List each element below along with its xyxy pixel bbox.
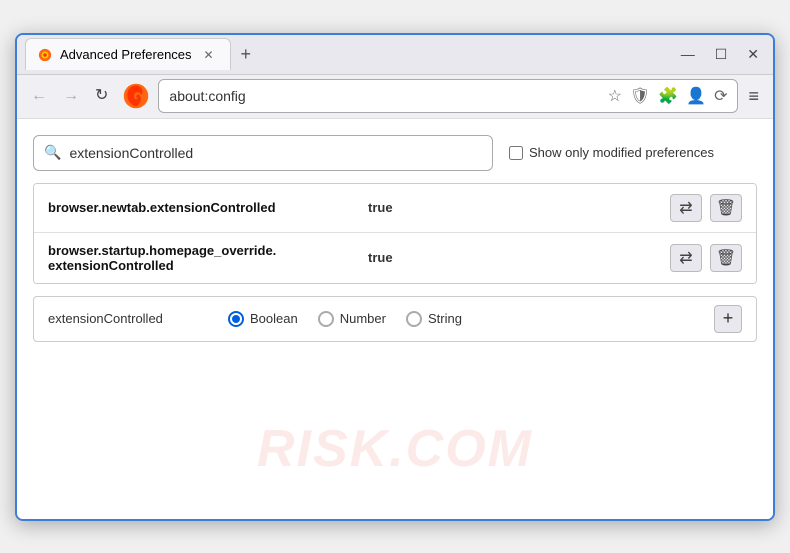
maximize-button[interactable]: ☐ [709,42,734,67]
show-modified-option: Show only modified preferences [509,145,714,160]
address-bar[interactable]: about:config ☆ 🛡 🧩 👤 ⟳ [158,79,738,113]
address-icons: ☆ 🛡 🧩 👤 ⟳ [608,86,728,106]
url-text: about:config [169,88,593,104]
show-modified-checkbox[interactable] [509,146,523,160]
type-radio-group: Boolean Number String [228,311,694,327]
search-input[interactable] [69,145,482,161]
extension-icon[interactable]: 🧩 [658,86,678,106]
active-tab[interactable]: Advanced Preferences ✕ [25,38,231,70]
tab-favicon-icon [38,48,52,62]
title-bar: Advanced Preferences ✕ + — ☐ ✕ [17,35,773,75]
pref-name-2: browser.startup.homepage_override. exten… [48,243,368,273]
add-preference-row: extensionControlled Boolean Number Strin… [33,296,757,342]
new-tab-button[interactable]: + [235,45,258,63]
minimize-button[interactable]: — [675,42,701,66]
table-row[interactable]: browser.newtab.extensionControlled true … [34,184,756,233]
sync-icon[interactable]: ⟳ [714,86,727,106]
forward-button[interactable]: → [57,84,85,108]
pref-actions-2: ⇄ 🗑 [670,244,742,272]
pref-value-1: true [368,200,670,215]
watermark: RISK.COM [257,419,533,479]
window-controls: — ☐ ✕ [675,42,765,67]
bookmark-icon[interactable]: ☆ [608,86,622,106]
shield-icon[interactable]: 🛡 [630,86,650,106]
delete-button-1[interactable]: 🗑 [710,194,742,222]
boolean-radio-option[interactable]: Boolean [228,311,298,327]
boolean-radio-circle[interactable] [228,311,244,327]
hamburger-menu-button[interactable]: ≡ [742,82,765,111]
pref-value-2: true [368,250,670,265]
profile-icon[interactable]: 👤 [686,86,706,106]
window-close-button[interactable]: ✕ [741,42,765,67]
tab-area: Advanced Preferences ✕ + [25,38,667,70]
search-icon: 🔍 [44,144,61,161]
preference-search-container: 🔍 [33,135,493,171]
number-radio-option[interactable]: Number [318,311,386,327]
show-modified-label: Show only modified preferences [529,145,714,160]
number-label: Number [340,311,386,326]
toggle-button-2[interactable]: ⇄ [670,244,702,272]
table-row[interactable]: browser.startup.homepage_override. exten… [34,233,756,283]
string-label: String [428,311,462,326]
search-row: 🔍 Show only modified preferences [33,135,757,171]
add-preference-button[interactable]: + [714,305,742,333]
back-button[interactable]: ← [25,84,53,108]
string-radio-circle[interactable] [406,311,422,327]
nav-bar: ← → ↻ about:config ☆ 🛡 🧩 👤 ⟳ ≡ [17,75,773,119]
delete-button-2[interactable]: 🗑 [710,244,742,272]
content-area: RISK.COM 🔍 Show only modified preference… [17,119,773,519]
pref-actions-1: ⇄ 🗑 [670,194,742,222]
tab-close-button[interactable]: ✕ [200,46,218,64]
refresh-button[interactable]: ↻ [89,84,114,108]
string-radio-option[interactable]: String [406,311,462,327]
toggle-button-1[interactable]: ⇄ [670,194,702,222]
preferences-table: browser.newtab.extensionControlled true … [33,183,757,284]
boolean-label: Boolean [250,311,298,326]
number-radio-circle[interactable] [318,311,334,327]
tab-title: Advanced Preferences [60,47,192,62]
firefox-logo-icon [122,82,150,110]
new-pref-name: extensionControlled [48,311,208,326]
browser-window: Advanced Preferences ✕ + — ☐ ✕ ← → ↻ abo… [15,33,775,521]
pref-name-1: browser.newtab.extensionControlled [48,200,368,215]
